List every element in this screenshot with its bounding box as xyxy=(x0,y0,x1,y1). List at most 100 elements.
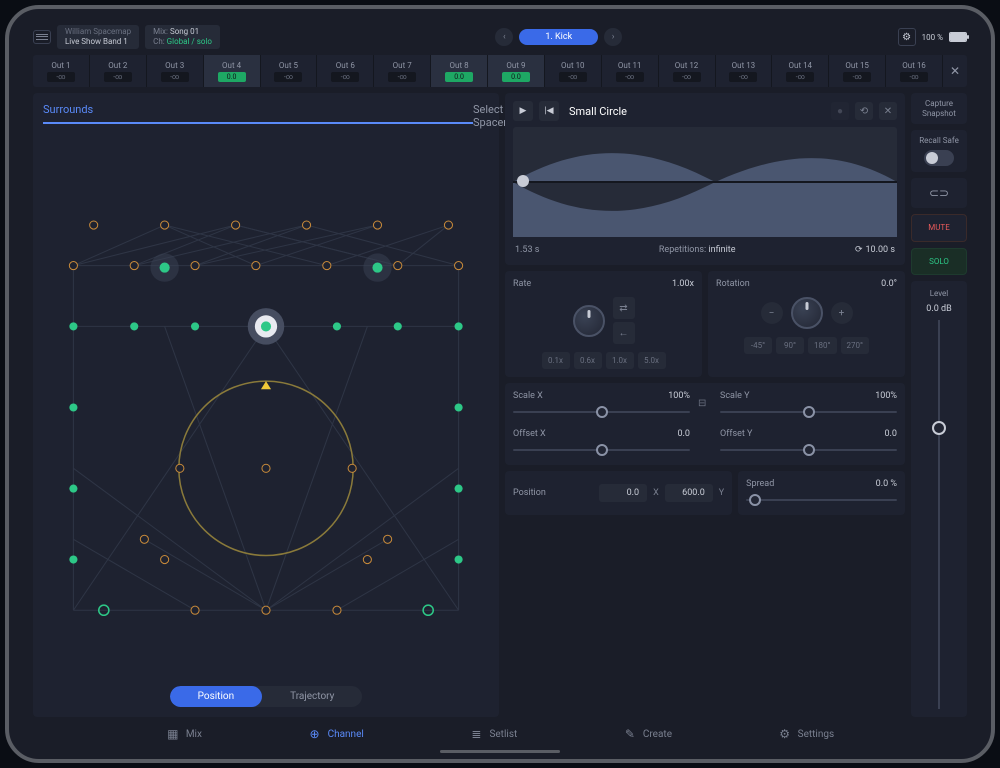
output-2[interactable]: Out 2-∞ xyxy=(90,55,147,87)
rate-value: 1.00x xyxy=(672,279,694,289)
scale-y-value: 100% xyxy=(875,391,897,401)
battery-icon xyxy=(949,32,967,42)
play-button[interactable]: ▶ xyxy=(513,101,533,121)
outputs-strip: Out 1-∞Out 2-∞Out 3-∞Out 40.0Out 5-∞Out … xyxy=(33,55,967,87)
rotation-panel: Rotation0.0° − + -45°90°180°270° xyxy=(708,271,905,377)
spread-value: 0.0 % xyxy=(876,479,897,489)
nav-setlist[interactable]: ≣Setlist xyxy=(469,727,517,741)
rotation-preset[interactable]: 180° xyxy=(808,337,836,354)
spread-slider[interactable] xyxy=(746,493,897,507)
rotation-preset[interactable]: 90° xyxy=(776,337,804,354)
show-info[interactable]: William Spacemap Live Show Band 1 xyxy=(57,25,139,48)
recall-safe-toggle[interactable]: Recall Safe xyxy=(911,130,967,172)
offset-y-slider[interactable] xyxy=(720,443,897,457)
prev-channel-button[interactable]: ‹ xyxy=(495,28,513,46)
settings-icon: ⚙ xyxy=(778,727,792,741)
link-icon[interactable]: ⊂⊃ xyxy=(911,178,967,208)
rotation-preset[interactable]: -45° xyxy=(744,337,772,354)
rate-preset[interactable]: 5.0x xyxy=(638,352,666,369)
nav-channel[interactable]: ⊕Channel xyxy=(308,727,364,741)
output-11[interactable]: Out 11-∞ xyxy=(602,55,659,87)
nav-create[interactable]: ✎Create xyxy=(623,727,672,741)
rotation-preset[interactable]: 270° xyxy=(841,337,869,354)
rate-preset[interactable]: 0.6x xyxy=(574,352,602,369)
output-14[interactable]: Out 14-∞ xyxy=(772,55,829,87)
loop-icon[interactable]: ⟲ xyxy=(855,102,873,120)
mixer-icon[interactable]: ⚙ xyxy=(898,28,916,46)
playhead-handle[interactable] xyxy=(517,175,529,187)
next-channel-button[interactable]: › xyxy=(604,28,622,46)
rotation-knob[interactable] xyxy=(791,297,823,329)
solo-button[interactable]: SOLO xyxy=(911,248,967,276)
outputs-close-icon[interactable]: ✕ xyxy=(943,55,967,87)
record-icon[interactable]: ● xyxy=(831,102,849,120)
scale-x-slider[interactable] xyxy=(513,405,690,419)
home-indicator xyxy=(440,750,560,753)
mute-button[interactable]: MUTE xyxy=(911,214,967,242)
rotation-value: 0.0° xyxy=(881,279,897,289)
elapsed-time: 1.53 s xyxy=(515,245,539,255)
offset-x-value: 0.0 xyxy=(678,429,691,439)
output-15[interactable]: Out 15-∞ xyxy=(829,55,886,87)
output-9[interactable]: Out 90.0 xyxy=(488,55,545,87)
surrounds-tab[interactable]: Surrounds xyxy=(43,103,473,129)
rate-panel: Rate1.00x ⇄ ← 0.1x0.6x1.0x5.0x xyxy=(505,271,702,377)
spacemap-canvas[interactable] xyxy=(43,137,489,678)
nav-mix[interactable]: ▦Mix xyxy=(166,727,202,741)
menu-icon[interactable] xyxy=(33,30,51,44)
close-icon[interactable]: ✕ xyxy=(879,102,897,120)
offset-x-slider[interactable] xyxy=(513,443,690,457)
output-13[interactable]: Out 13-∞ xyxy=(716,55,773,87)
scale-link-icon[interactable]: ⊟ xyxy=(698,398,712,412)
mix-icon: ▦ xyxy=(166,727,180,741)
rate-preset[interactable]: 0.1x xyxy=(542,352,570,369)
output-12[interactable]: Out 12-∞ xyxy=(659,55,716,87)
show-title: Live Show Band 1 xyxy=(65,37,131,47)
battery-percent: 100 % xyxy=(922,33,943,42)
capture-snapshot-button[interactable]: Capture Snapshot xyxy=(911,93,967,124)
output-8[interactable]: Out 80.0 xyxy=(431,55,488,87)
output-3[interactable]: Out 3-∞ xyxy=(147,55,204,87)
output-7[interactable]: Out 7-∞ xyxy=(374,55,431,87)
output-4[interactable]: Out 40.0 xyxy=(204,55,261,87)
output-6[interactable]: Out 6-∞ xyxy=(317,55,374,87)
nav-settings[interactable]: ⚙Settings xyxy=(778,727,835,741)
rotation-plus-button[interactable]: + xyxy=(831,302,853,324)
position-x-value[interactable]: 0.0 xyxy=(599,484,647,502)
setlist-icon: ≣ xyxy=(469,727,483,741)
scale-panel: Scale X100% ⊟ Scale Y100% Offset X0.0 xyxy=(505,383,905,465)
trajectory-waveform[interactable] xyxy=(513,127,897,237)
level-value: 0.0 dB xyxy=(926,304,951,314)
level-fader-panel: Level 0.0 dB xyxy=(911,281,967,717)
position-y-value[interactable]: 600.0 xyxy=(665,484,713,502)
tablet-frame: William Spacemap Live Show Band 1 Mix: S… xyxy=(5,5,995,763)
clock-icon: ⟳ xyxy=(855,245,863,255)
mix-info[interactable]: Mix: Song 01 Ch: Global / solo xyxy=(145,25,220,48)
scale-y-slider[interactable] xyxy=(720,405,897,419)
output-16[interactable]: Out 16-∞ xyxy=(886,55,943,87)
output-5[interactable]: Out 5-∞ xyxy=(261,55,318,87)
channel-strip: Capture Snapshot Recall Safe ⊂⊃ MUTE SOL… xyxy=(911,93,967,717)
level-fader[interactable] xyxy=(915,320,963,709)
show-subtitle: William Spacemap xyxy=(65,27,131,37)
rate-reset-icon[interactable]: ← xyxy=(613,322,635,344)
offset-y-value: 0.0 xyxy=(885,429,898,439)
create-icon: ✎ xyxy=(623,727,637,741)
current-channel-pill[interactable]: 1. Kick xyxy=(519,29,598,45)
rate-knob[interactable] xyxy=(573,305,605,337)
position-panel: Position 0.0 X 600.0 Y xyxy=(505,471,732,515)
position-trajectory-segment: Position Trajectory xyxy=(170,686,363,707)
spread-panel: Spread0.0 % xyxy=(738,471,905,515)
rate-swap-icon[interactable]: ⇄ xyxy=(613,297,635,319)
output-1[interactable]: Out 1-∞ xyxy=(33,55,90,87)
seg-position[interactable]: Position xyxy=(170,686,262,707)
output-10[interactable]: Out 10-∞ xyxy=(545,55,602,87)
rotation-minus-button[interactable]: − xyxy=(761,302,783,324)
channel-icon: ⊕ xyxy=(308,727,322,741)
bottom-nav: ▦Mix ⊕Channel ≣Setlist ✎Create ⚙Settings xyxy=(33,717,967,743)
seg-trajectory[interactable]: Trajectory xyxy=(262,686,362,707)
restart-button[interactable]: |◀ xyxy=(539,101,559,121)
rate-preset[interactable]: 1.0x xyxy=(606,352,634,369)
scale-x-value: 100% xyxy=(668,391,690,401)
trajectory-name: Small Circle xyxy=(569,105,825,118)
